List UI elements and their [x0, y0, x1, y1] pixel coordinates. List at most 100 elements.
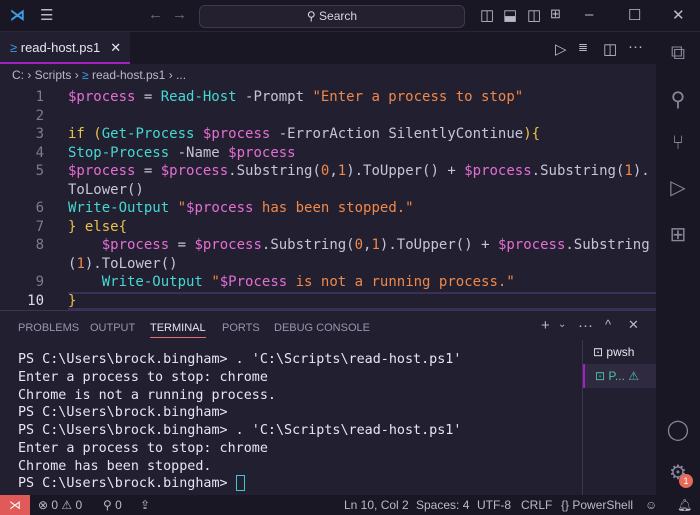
code-editor[interactable]: 1 $process = Read-Host -Prompt "Enter a p…: [0, 86, 656, 310]
split-editor-icon[interactable]: ◫: [603, 40, 617, 58]
token-str: has been stopped.": [253, 200, 414, 216]
token-plain: .Substring(: [531, 163, 625, 179]
source-control-icon[interactable]: ⑂: [666, 132, 690, 156]
run-selection-icon[interactable]: ≣: [578, 40, 588, 54]
token-cmd: Get-Process: [101, 126, 195, 142]
code-text: Stop-Process -Name $process: [68, 144, 656, 163]
vscode-logo-icon: ⋊: [10, 7, 25, 24]
terminal-line-text: Enter a process to stop: chrome: [18, 440, 268, 456]
ports-status[interactable]: ⚲ 0: [103, 495, 122, 515]
breadcrumb-item[interactable]: read-host.ps1: [92, 68, 165, 82]
tab-read-host[interactable]: ≥ read-host.ps1 ✕: [0, 32, 130, 64]
token-num: 0: [354, 237, 364, 253]
language-label: PowerShell: [572, 498, 634, 512]
tab-problems[interactable]: PROBLEMS: [18, 322, 79, 334]
customize-layout-icon[interactable]: ⊞: [550, 6, 561, 22]
code-text: $process = Read-Host -Prompt "Enter a pr…: [68, 88, 656, 107]
code-line[interactable]: 9 Write-Output "$Process is not a runnin…: [0, 273, 656, 292]
breadcrumb-item[interactable]: C:: [12, 68, 24, 82]
run-icon[interactable]: ▷: [555, 40, 567, 58]
minimize-icon[interactable]: –: [585, 6, 593, 23]
account-icon[interactable]: ◯: [666, 417, 690, 441]
terminal-line-text: Chrome is not a running process.: [18, 387, 276, 403]
ports-count: 0: [115, 498, 122, 512]
terminal-list: ⊡ pwsh ⊡ P... ⚠: [582, 340, 656, 495]
token-cmd: Stop-Process: [68, 144, 170, 161]
close-tab-icon[interactable]: ✕: [110, 40, 121, 55]
chevron-down-icon[interactable]: ⌄: [558, 319, 566, 330]
line-number: 5: [35, 163, 44, 179]
tab-debug-console[interactable]: DEBUG CONSOLE: [274, 322, 370, 334]
code-line[interactable]: 10}: [0, 291, 656, 310]
activity-bar: ⧉ ⚲ ⑂ ▷ ⊞ ◯ ⚙ 1: [656, 32, 700, 495]
tab-output[interactable]: OUTPUT: [90, 322, 135, 334]
extensions-icon[interactable]: ⊞: [666, 222, 690, 246]
code-line[interactable]: 6 Write-Output "$process has been stopped…: [0, 199, 656, 218]
token-plain: .Substring(: [261, 237, 355, 253]
code-line[interactable]: 8 $process = $process.Substring(0,1).ToU…: [0, 236, 656, 273]
code-text: $process = $process.Substring(0,1).ToUpp…: [68, 236, 656, 273]
tab-terminal[interactable]: TERMINAL: [150, 322, 206, 338]
status-bar: ⋊ ⊗ 0 ⚠ 0 ⚲ 0 ⇪ Ln 10, Col 2 Spaces: 4 U…: [0, 495, 700, 515]
token-var: $Process: [219, 274, 288, 290]
line-number: 7: [35, 218, 44, 235]
run-debug-icon[interactable]: ▷: [666, 175, 690, 199]
token-var: $process: [464, 163, 532, 179]
language-mode[interactable]: {} PowerShell: [561, 495, 633, 515]
notifications-bell-icon[interactable]: 🔔︎: [677, 495, 692, 515]
terminal-item-powershell[interactable]: ⊡ P... ⚠: [583, 364, 656, 388]
more-actions-icon[interactable]: ···: [628, 38, 643, 55]
toggle-panel-icon[interactable]: ⬓: [503, 6, 517, 24]
token-plain: .Substring(: [228, 163, 321, 179]
token-str: "Enter a process to stop": [312, 89, 524, 105]
search-box[interactable]: ⚲ Search: [199, 5, 465, 28]
tab-ports[interactable]: PORTS: [222, 322, 260, 334]
indentation[interactable]: Spaces: 4: [416, 495, 469, 515]
code-line[interactable]: 1 $process = Read-Host -Prompt "Enter a p…: [0, 88, 656, 107]
maximize-panel-icon[interactable]: ^: [605, 317, 611, 332]
search-icon[interactable]: ⚲: [666, 87, 690, 111]
code-line[interactable]: 5 $process = $process.Substring(0,1).ToUp…: [0, 162, 656, 199]
breadcrumb-item[interactable]: ...: [176, 68, 186, 82]
token-kw: if: [68, 126, 94, 142]
back-arrow-icon[interactable]: ←: [148, 6, 163, 23]
problems-status[interactable]: ⊗ 0 ⚠ 0: [38, 495, 82, 515]
line-ending[interactable]: CRLF: [521, 495, 552, 515]
explorer-icon[interactable]: ⧉: [666, 42, 690, 66]
live-share-icon[interactable]: ⇪: [140, 495, 150, 515]
close-panel-icon[interactable]: ✕: [628, 317, 639, 333]
token-plain: =: [135, 89, 161, 105]
remote-indicator-icon[interactable]: ⋊: [0, 495, 30, 515]
maximize-icon[interactable]: ☐: [628, 6, 641, 24]
new-terminal-icon[interactable]: +: [541, 317, 550, 334]
terminal-line: Chrome is not a running process.: [18, 387, 461, 405]
powershell-file-icon: ≥: [10, 40, 21, 55]
token-plain: ,: [329, 163, 338, 179]
token-var: $process: [228, 144, 296, 161]
token-str: is not a running process.": [287, 274, 515, 290]
code-line[interactable]: 2: [0, 107, 656, 126]
terminal-line: PS C:\Users\brock.bingham>: [18, 404, 461, 422]
code-line[interactable]: 7} else{: [0, 218, 656, 237]
forward-arrow-icon[interactable]: →: [172, 6, 187, 23]
more-actions-icon[interactable]: ···: [578, 317, 593, 334]
terminal-item-pwsh[interactable]: ⊡ pwsh: [583, 340, 656, 364]
code-line[interactable]: 3 if (Get-Process $process -ErrorAction S…: [0, 125, 656, 144]
toggle-primary-sidebar-icon[interactable]: ◫: [480, 6, 494, 24]
terminal-line: PS C:\Users\brock.bingham> . 'C:\Scripts…: [18, 351, 461, 369]
token-num: 1: [624, 163, 633, 179]
breadcrumb-item[interactable]: Scripts: [35, 68, 72, 82]
cursor-position[interactable]: Ln 10, Col 2: [344, 495, 409, 515]
toggle-secondary-sidebar-icon[interactable]: ◫: [527, 6, 541, 24]
code-text: if (Get-Process $process -ErrorAction Si…: [68, 125, 656, 144]
menu-icon[interactable]: ☰: [40, 6, 53, 24]
terminal-line-text: PS C:\Users\brock.bingham> . 'C:\Scripts…: [18, 352, 462, 367]
close-window-icon[interactable]: ✕: [672, 6, 685, 24]
code-line[interactable]: 4 Stop-Process -Name $process: [0, 144, 656, 163]
terminal-line: Enter a process to stop: chrome: [18, 440, 461, 458]
encoding[interactable]: UTF-8: [477, 495, 511, 515]
copilot-icon[interactable]: ☺: [645, 495, 657, 515]
terminal-output[interactable]: PS C:\Users\brock.bingham> . 'C:\Scripts…: [18, 351, 461, 493]
